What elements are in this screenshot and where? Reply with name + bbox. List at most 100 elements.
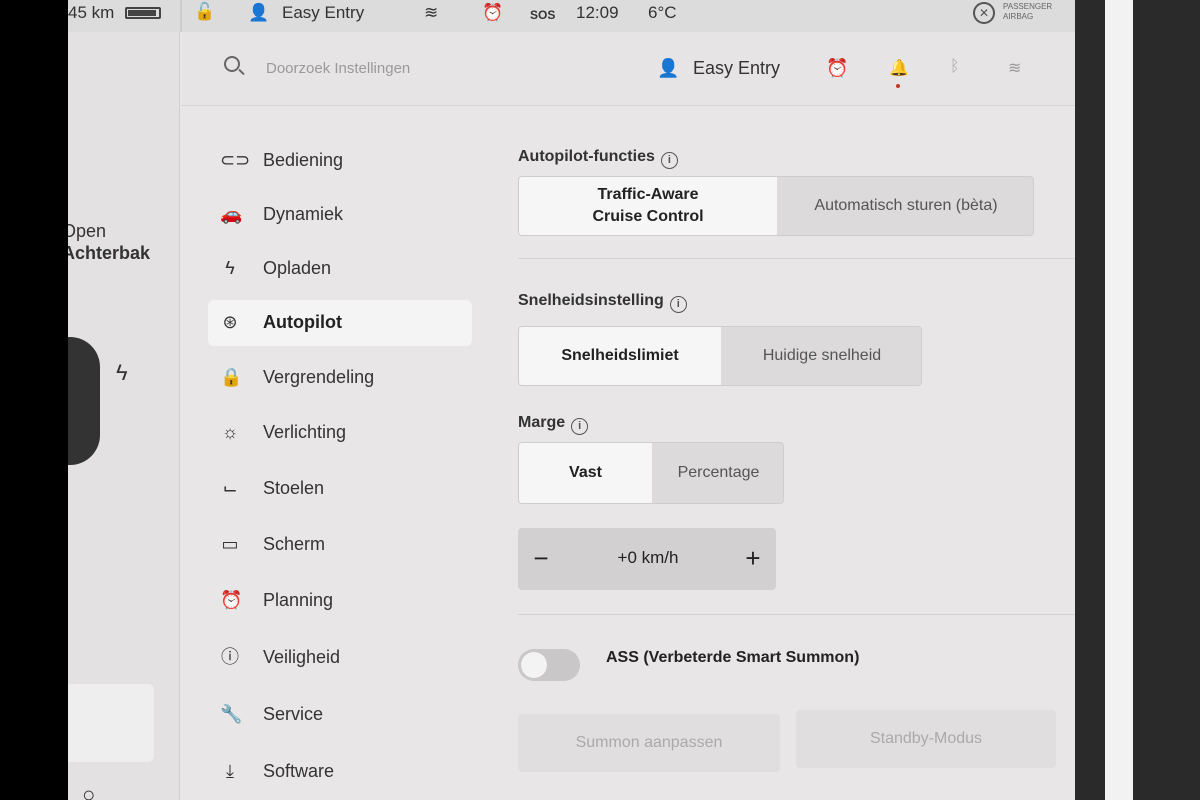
download-icon: ⤓ bbox=[226, 761, 234, 781]
airbag-icon: ✕ bbox=[973, 2, 995, 24]
divider bbox=[518, 614, 1118, 615]
autopilot-functions-selector: Traffic-Aware Cruise Control Automatisch… bbox=[518, 176, 1034, 236]
speed-setting-heading: Snelheidsinstelling i bbox=[518, 292, 687, 313]
margin-stepper: − +0 km/h + bbox=[518, 528, 776, 590]
autopilot-settings: Autopilot-functies i Traffic-Aware Cruise… bbox=[518, 106, 1118, 800]
sidebar-item-verlichting[interactable]: ☼ Verlichting bbox=[208, 410, 472, 456]
search-icon bbox=[224, 56, 240, 72]
sidebar-item-label: Dynamiek bbox=[263, 204, 344, 224]
increase-button[interactable]: + bbox=[730, 528, 776, 590]
stepper-value: +0 km/h bbox=[617, 548, 679, 567]
margin-heading: Marge i bbox=[518, 414, 589, 435]
margin-title: Marge bbox=[518, 414, 566, 431]
info-icon[interactable]: i bbox=[571, 418, 589, 435]
toggle-knob bbox=[521, 652, 547, 678]
option-traffic-aware-cruise-control[interactable]: Traffic-Aware Cruise Control bbox=[519, 177, 777, 235]
sidebar-item-vergrendeling[interactable]: 🔒 Vergrendeling bbox=[208, 355, 472, 401]
sidebar-item-bediening[interactable]: ⊂⊃ Bediening bbox=[208, 138, 472, 184]
alarm-icon[interactable]: ⏰ bbox=[826, 58, 848, 79]
charge-port-bolt-icon[interactable]: ϟ bbox=[116, 360, 128, 386]
search-icon-bottom[interactable]: ○ bbox=[82, 782, 95, 800]
sidebar-item-autopilot[interactable]: ⊛ Autopilot bbox=[208, 300, 472, 346]
steering-wheel-icon: ⊛ bbox=[222, 312, 238, 332]
display-icon: ▭ bbox=[221, 534, 239, 554]
outside-temperature: 6°C bbox=[648, 3, 677, 22]
option-speed-limit[interactable]: Snelheidslimiet bbox=[519, 327, 721, 385]
alarm-clock-icon: ⏰ bbox=[220, 590, 243, 610]
margin-selector: Vast Percentage bbox=[518, 442, 784, 504]
car-panel: Open Achterbak ϟ ○ bbox=[68, 32, 180, 800]
decrease-button[interactable]: − bbox=[518, 528, 564, 590]
open-trunk-label[interactable]: Open Achterbak bbox=[68, 220, 150, 264]
toggle-icon: ⊂⊃ bbox=[220, 150, 251, 170]
sos-icon[interactable]: SOS bbox=[530, 8, 555, 22]
airbag-label-line2: AIRBAG bbox=[1003, 12, 1034, 21]
bottom-card bbox=[68, 684, 154, 762]
sidebar-item-label: Service bbox=[263, 704, 324, 724]
profile-icon: 👤 bbox=[657, 58, 680, 78]
sidebar-item-label: Opladen bbox=[263, 258, 332, 278]
bluetooth-icon[interactable]: ᛒ bbox=[950, 58, 960, 76]
clock: 12:09 bbox=[576, 3, 619, 22]
sidebar-item-stoelen[interactable]: ⌙ Stoelen bbox=[208, 466, 472, 512]
touchscreen: 45 km 🔓 👤 Easy Entry ≋ ⏰ SOS 12:09 6°C ✕… bbox=[68, 0, 1130, 800]
speed-setting-selector: Snelheidslimiet Huidige snelheid bbox=[518, 326, 922, 386]
sidebar-item-planning[interactable]: ⏰ Planning bbox=[208, 578, 472, 624]
sidebar-item-service[interactable]: 🔧 Service bbox=[208, 692, 472, 738]
airbag-label-line1: PASSENGER bbox=[1003, 2, 1053, 11]
sidebar-item-dynamiek[interactable]: 🚗 Dynamiek bbox=[208, 192, 472, 238]
wifi-icon: ≋ bbox=[424, 3, 439, 22]
summon-adjust-button[interactable]: Summon aanpassen bbox=[518, 714, 780, 772]
sidebar-item-label: Scherm bbox=[263, 534, 326, 554]
bolt-icon: ϟ bbox=[225, 258, 235, 278]
right-bezel bbox=[1075, 0, 1200, 800]
info-icon[interactable]: i bbox=[660, 152, 678, 169]
sidebar-item-label: Bediening bbox=[263, 150, 344, 170]
speed-setting-title: Snelheidsinstelling bbox=[518, 292, 664, 309]
bell-icon[interactable]: 🔔 bbox=[889, 58, 909, 78]
alarm-icon: ⏰ bbox=[482, 3, 504, 22]
ass-label: ASS (Verbeterde Smart Summon) bbox=[606, 649, 860, 666]
left-bezel bbox=[0, 0, 68, 800]
sidebar-item-label: Autopilot bbox=[263, 312, 342, 332]
open-label: Open bbox=[68, 221, 107, 241]
status-profile[interactable]: Easy Entry bbox=[282, 3, 364, 23]
status-bar: 45 km 🔓 👤 Easy Entry ≋ ⏰ SOS 12:09 6°C ✕… bbox=[68, 0, 1130, 32]
standby-mode-button[interactable]: Standby-Modus bbox=[796, 710, 1056, 768]
bezel-edge bbox=[1105, 0, 1133, 800]
sidebar-item-opladen[interactable]: ϟ Opladen bbox=[208, 246, 472, 292]
info-icon[interactable]: i bbox=[669, 296, 687, 313]
car-icon: 🚗 bbox=[220, 204, 243, 224]
sun-icon: ☼ bbox=[221, 422, 239, 442]
sidebar-item-label: Veiligheid bbox=[263, 647, 341, 667]
search-input[interactable]: Doorzoek Instellingen bbox=[266, 60, 410, 77]
sidebar-item-veiligheid[interactable]: ⓘ Veiligheid bbox=[208, 635, 472, 681]
wrench-icon: 🔧 bbox=[220, 704, 243, 724]
autopilot-functions-title: Autopilot-functies bbox=[518, 148, 655, 165]
notification-dot bbox=[896, 84, 900, 88]
sidebar-item-label: Stoelen bbox=[263, 478, 325, 498]
settings-sidebar: ⊂⊃ Bediening 🚗 Dynamiek ϟ Opladen ⊛ Auto… bbox=[182, 106, 482, 800]
alert-icon: ⓘ bbox=[221, 647, 239, 667]
status-divider bbox=[180, 0, 182, 32]
trunk-label: Achterbak bbox=[68, 243, 151, 263]
ass-toggle[interactable] bbox=[518, 649, 580, 681]
settings-header: Doorzoek Instellingen 👤 Easy Entry ⏰ 🔔 ᛒ… bbox=[182, 32, 1130, 106]
sidebar-item-scherm[interactable]: ▭ Scherm bbox=[208, 522, 472, 568]
option-current-speed[interactable]: Huidige snelheid bbox=[721, 327, 921, 385]
wifi-icon[interactable]: ≋ bbox=[1008, 58, 1021, 78]
range-readout: 45 km bbox=[68, 3, 115, 22]
option-autosteer-beta[interactable]: Automatisch sturen (bèta) bbox=[777, 177, 1033, 235]
sidebar-item-software[interactable]: ⤓ Software bbox=[208, 749, 472, 795]
lock-icon: 🔒 bbox=[220, 367, 243, 387]
battery-icon bbox=[125, 7, 161, 19]
car-image bbox=[68, 337, 100, 465]
seat-icon: ⌙ bbox=[222, 478, 238, 498]
passenger-airbag-indicator: ✕ PASSENGER AIRBAG bbox=[973, 0, 1073, 30]
divider bbox=[518, 258, 1104, 259]
unlock-icon[interactable]: 🔓 bbox=[194, 2, 215, 22]
autopilot-functions-heading: Autopilot-functies i bbox=[518, 148, 678, 169]
option-fixed[interactable]: Vast bbox=[519, 443, 652, 503]
option-percentage[interactable]: Percentage bbox=[652, 443, 783, 503]
header-profile-name[interactable]: Easy Entry bbox=[693, 58, 780, 79]
